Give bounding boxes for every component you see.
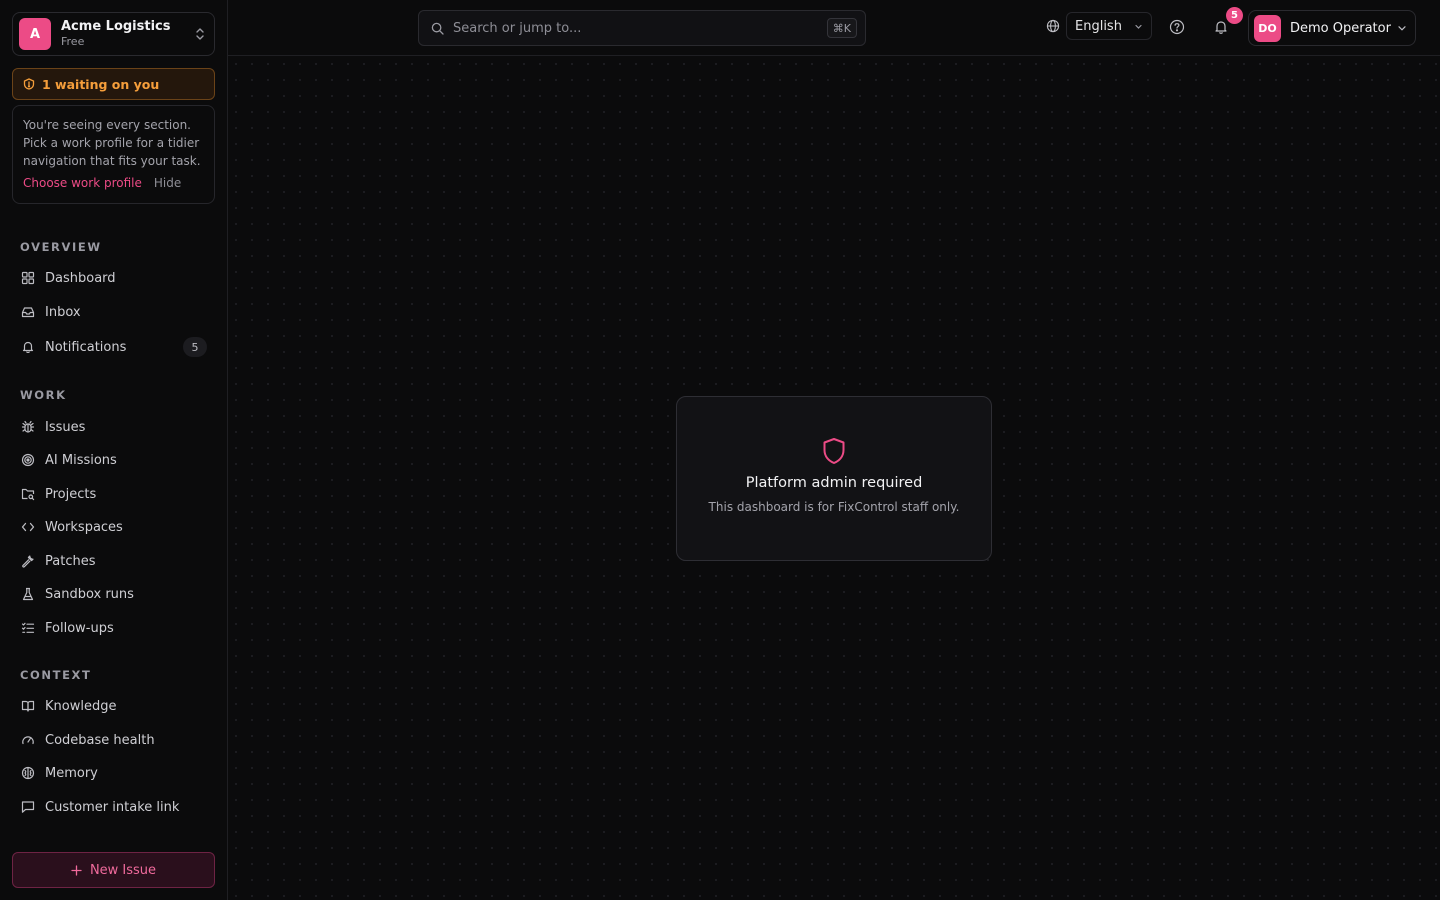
- sidebar-item-label: Dashboard: [45, 270, 116, 286]
- new-issue-label: New Issue: [89, 862, 157, 878]
- sidebar-item-codebase-health[interactable]: Codebase health: [12, 725, 215, 755]
- sidebar-item-label: Projects: [45, 486, 97, 502]
- notification-badge: 5: [1226, 7, 1243, 24]
- chevron-down-icon: [1135, 24, 1142, 29]
- message-square-icon: [20, 799, 36, 815]
- sidebar-item-label: Sandbox runs: [45, 586, 134, 602]
- sidebar-item-label: Customer intake link: [45, 799, 180, 815]
- bell-icon[interactable]: [1213, 19, 1229, 35]
- sidebar-item-sandbox-runs[interactable]: Sandbox runs: [12, 579, 215, 609]
- org-plan: Free: [61, 35, 85, 49]
- sidebar-item-label: Issues: [45, 419, 86, 435]
- wrench-icon: [20, 553, 36, 569]
- access-denied-card: Platform admin required This dashboard i…: [676, 396, 992, 561]
- org-name: Acme Logistics: [61, 19, 171, 34]
- list-checks-icon: [20, 620, 36, 636]
- sidebar-item-notifications[interactable]: Notifications 5: [12, 332, 215, 362]
- chevron-up-down-icon: [196, 28, 204, 40]
- sidebar-item-ai-missions[interactable]: AI Missions: [12, 445, 215, 475]
- user-name: Demo Operator: [1290, 20, 1391, 36]
- sidebar-item-label: Memory: [45, 765, 98, 781]
- folder-search-icon: [20, 486, 36, 502]
- book-open-icon: [20, 698, 36, 714]
- profile-card-actions: Choose work profile Hide: [23, 176, 204, 190]
- sidebar-item-memory[interactable]: Memory: [12, 758, 215, 788]
- chevron-down-icon: [1398, 26, 1406, 31]
- sidebar-item-label: AI Missions: [45, 452, 117, 468]
- target-icon: [20, 452, 36, 468]
- brain-icon: [20, 765, 36, 781]
- sidebar-item-label: Notifications: [45, 339, 127, 355]
- inbox-icon: [20, 304, 36, 320]
- sidebar: A Acme Logistics Free 1 waiting on you Y…: [0, 0, 228, 900]
- search-shortcut-hint: ⌘K: [826, 18, 857, 38]
- main-area: ⌘K English 5 DO Demo Operator Platform a…: [228, 0, 1440, 900]
- new-issue-button[interactable]: New Issue: [12, 852, 215, 888]
- sidebar-item-dashboard[interactable]: Dashboard: [12, 263, 215, 293]
- avatar: DO: [1254, 14, 1281, 42]
- app-shell: A Acme Logistics Free 1 waiting on you Y…: [0, 0, 1440, 900]
- top-bar: ⌘K English 5 DO Demo Operator: [228, 0, 1440, 56]
- search-bar[interactable]: ⌘K: [418, 10, 866, 46]
- flask-icon: [20, 586, 36, 602]
- user-menu-button[interactable]: DO Demo Operator: [1248, 10, 1416, 46]
- notifications-count-badge: 5: [183, 337, 207, 357]
- sidebar-item-label: Knowledge: [45, 698, 117, 714]
- notice-text: This dashboard is for FixControl staff o…: [708, 500, 960, 514]
- section-label-work: WORK: [20, 388, 67, 402]
- gauge-icon: [20, 732, 36, 748]
- section-label-overview: OVERVIEW: [20, 240, 102, 254]
- search-icon: [431, 22, 444, 35]
- profile-card-text: You're seeing every section. Pick a work…: [23, 118, 201, 168]
- search-input[interactable]: [453, 20, 827, 36]
- alert-icon: [23, 78, 35, 90]
- sidebar-item-projects[interactable]: Projects: [12, 479, 215, 509]
- shield-icon: [823, 438, 845, 464]
- work-profile-card: You're seeing every section. Pick a work…: [12, 105, 215, 204]
- plus-icon: [71, 864, 82, 876]
- sidebar-item-follow-ups[interactable]: Follow-ups: [12, 613, 215, 643]
- org-info: Acme Logistics Free: [61, 19, 194, 49]
- bug-icon: [20, 419, 36, 435]
- notice-title: Platform admin required: [745, 475, 923, 491]
- sidebar-item-patches[interactable]: Patches: [12, 546, 215, 576]
- sidebar-item-inbox[interactable]: Inbox: [12, 297, 215, 327]
- sidebar-item-label: Workspaces: [45, 519, 123, 535]
- waiting-on-you-banner[interactable]: 1 waiting on you: [12, 68, 215, 100]
- sidebar-item-issues[interactable]: Issues: [12, 412, 215, 442]
- sidebar-item-label: Codebase health: [45, 732, 155, 748]
- globe-icon[interactable]: [1046, 19, 1060, 33]
- choose-work-profile-link[interactable]: Choose work profile: [23, 176, 142, 190]
- sidebar-item-label: Inbox: [45, 304, 81, 320]
- org-switcher[interactable]: A Acme Logistics Free: [12, 12, 215, 56]
- language-value: English: [1075, 18, 1122, 34]
- sidebar-item-label: Follow-ups: [45, 620, 114, 636]
- section-label-context: CONTEXT: [20, 668, 92, 682]
- language-select[interactable]: English: [1066, 12, 1152, 40]
- waiting-label: 1 waiting on you: [42, 76, 160, 92]
- hide-profile-card-link[interactable]: Hide: [154, 176, 181, 190]
- sidebar-item-workspaces[interactable]: Workspaces: [12, 512, 215, 542]
- sidebar-item-knowledge[interactable]: Knowledge: [12, 691, 215, 721]
- sidebar-item-label: Patches: [45, 553, 96, 569]
- help-icon[interactable]: [1169, 19, 1185, 35]
- grid-icon: [20, 270, 36, 286]
- dashboard-canvas: Platform admin required This dashboard i…: [228, 56, 1440, 900]
- code-icon: [20, 519, 36, 535]
- org-avatar: A: [19, 18, 51, 50]
- sidebar-item-customer-intake-link[interactable]: Customer intake link: [12, 792, 215, 822]
- bell-icon: [20, 339, 36, 355]
